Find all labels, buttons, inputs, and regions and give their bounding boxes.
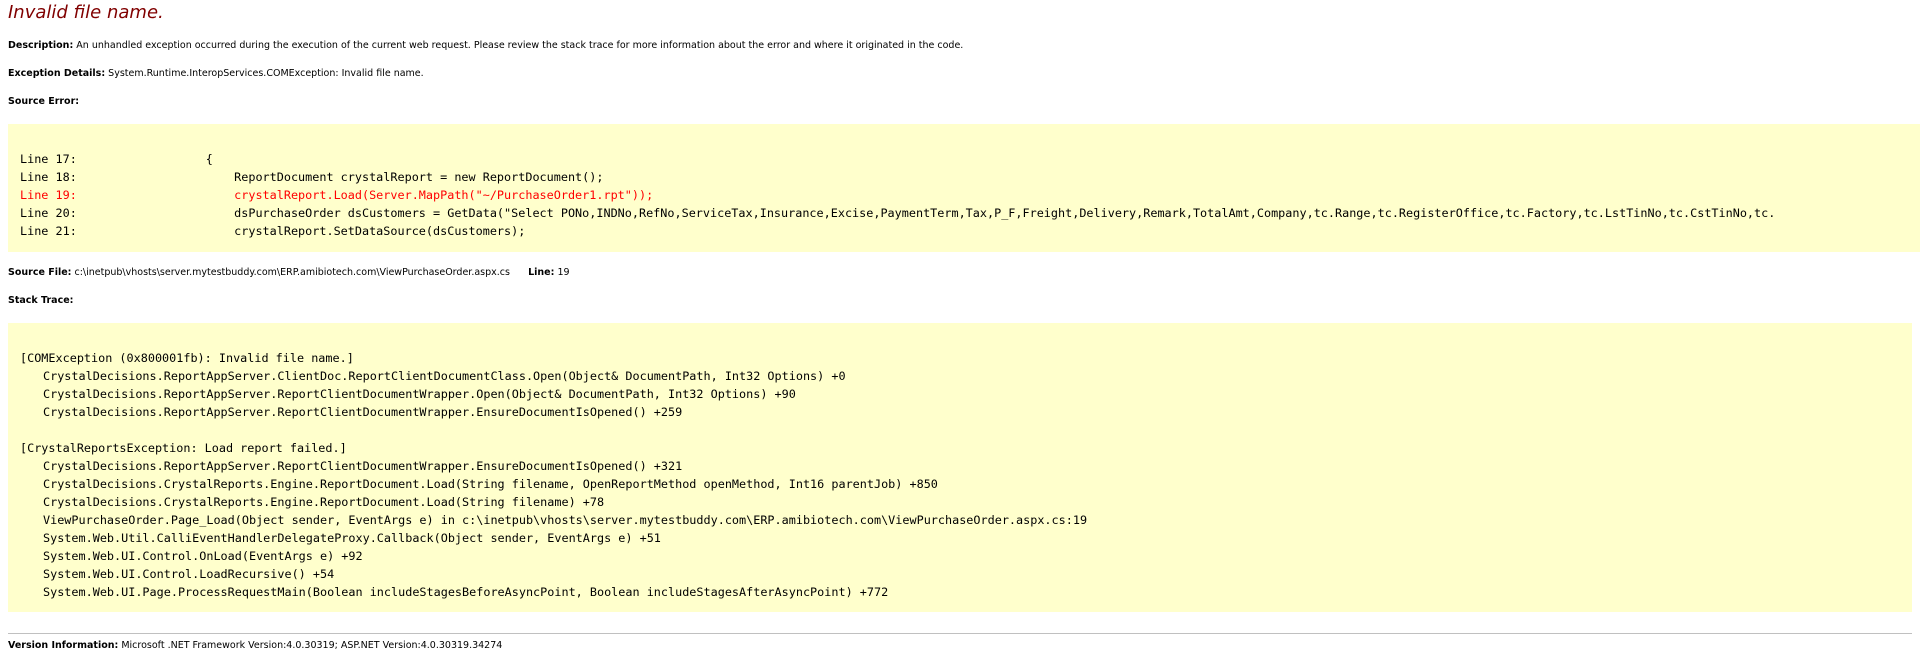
source-line: Line 17: { xyxy=(20,150,1920,168)
source-line: Line 18: ReportDocument crystalReport = … xyxy=(20,168,1920,186)
source-line-code: crystalReport.Load(Server.MapPath("~/Pur… xyxy=(234,188,654,202)
source-code-block: Line 17: {Line 18: ReportDocument crysta… xyxy=(8,124,1920,240)
source-line-code: dsPurchaseOrder dsCustomers = GetData("S… xyxy=(234,206,1776,220)
source-line: Line 20: dsPurchaseOrder dsCustomers = G… xyxy=(20,204,1920,222)
stack-frame: CrystalDecisions.ReportAppServer.ClientD… xyxy=(43,369,846,383)
source-file-path: c:\inetpub\vhosts\server.mytestbuddy.com… xyxy=(74,267,510,278)
stack-frame: System.Web.UI.Control.OnLoad(EventArgs e… xyxy=(43,549,363,563)
source-file-label: Source File: xyxy=(8,267,72,278)
version-info-text: Microsoft .NET Framework Version:4.0.303… xyxy=(121,640,503,651)
source-line: Line 21: crystalReport.SetDataSource(dsC… xyxy=(20,222,1920,240)
source-error-label: Source Error: xyxy=(8,96,80,107)
description-text: An unhandled exception occurred during t… xyxy=(76,40,964,51)
stack-frame: System.Web.UI.Control.LoadRecursive() +5… xyxy=(43,567,335,581)
source-line-number: Line 21: xyxy=(20,224,77,238)
exception-details-line: Exception Details: System.Runtime.Intero… xyxy=(8,68,424,79)
stack-trace-block: [COMException (0x800001fb): Invalid file… xyxy=(8,323,1912,601)
stack-frame: CrystalDecisions.ReportAppServer.ReportC… xyxy=(43,387,796,401)
stack-frame: CrystalDecisions.CrystalReports.Engine.R… xyxy=(43,477,938,491)
source-line-number: Line 18: xyxy=(20,170,77,184)
description-label: Description: xyxy=(8,40,74,51)
version-info-label: Version Information: xyxy=(8,640,119,651)
page-title: Invalid file name. xyxy=(8,2,164,23)
source-line-code: crystalReport.SetDataSource(dsCustomers)… xyxy=(234,224,526,238)
stack-frame: ViewPurchaseOrder.Page_Load(Object sende… xyxy=(43,513,1088,527)
stack-trace-heading: Stack Trace: xyxy=(8,295,73,306)
source-line-highlighted: Line 19: crystalReport.Load(Server.MapPa… xyxy=(20,186,1920,204)
description-line: Description: An unhandled exception occu… xyxy=(8,40,963,51)
stack-frame: CrystalDecisions.CrystalReports.Engine.R… xyxy=(43,495,605,509)
source-line-number: Line 20: xyxy=(20,206,77,220)
stack-exception-header: [COMException (0x800001fb): Invalid file… xyxy=(20,351,354,365)
stack-frame: System.Web.UI.Page.ProcessRequestMain(Bo… xyxy=(43,585,889,599)
source-line-value: 19 xyxy=(557,267,570,278)
source-file-line: Source File: c:\inetpub\vhosts\server.my… xyxy=(8,267,570,278)
stack-frame: CrystalDecisions.ReportAppServer.ReportC… xyxy=(43,405,683,419)
exception-details-text: System.Runtime.InteropServices.COMExcept… xyxy=(108,68,424,79)
source-error-heading: Source Error: xyxy=(8,96,79,107)
version-info-line: Version Information: Microsoft .NET Fram… xyxy=(8,640,502,651)
source-error-box: Line 17: {Line 18: ReportDocument crysta… xyxy=(8,124,1920,252)
source-line-code: { xyxy=(205,152,213,166)
stack-trace-label: Stack Trace: xyxy=(8,295,74,306)
source-line-number: Line 19: xyxy=(20,188,77,202)
stack-frame: System.Web.Util.CalliEventHandlerDelegat… xyxy=(43,531,661,545)
source-line-code: ReportDocument crystalReport = new Repor… xyxy=(234,170,604,184)
stack-trace-box: [COMException (0x800001fb): Invalid file… xyxy=(8,323,1912,612)
stack-frame: CrystalDecisions.ReportAppServer.ReportC… xyxy=(43,459,683,473)
stack-exception-header: [CrystalReportsException: Load report fa… xyxy=(20,441,347,455)
source-line-number: Line 17: xyxy=(20,152,77,166)
exception-details-label: Exception Details: xyxy=(8,68,106,79)
divider xyxy=(8,633,1912,634)
source-line-label: Line: xyxy=(528,267,555,278)
